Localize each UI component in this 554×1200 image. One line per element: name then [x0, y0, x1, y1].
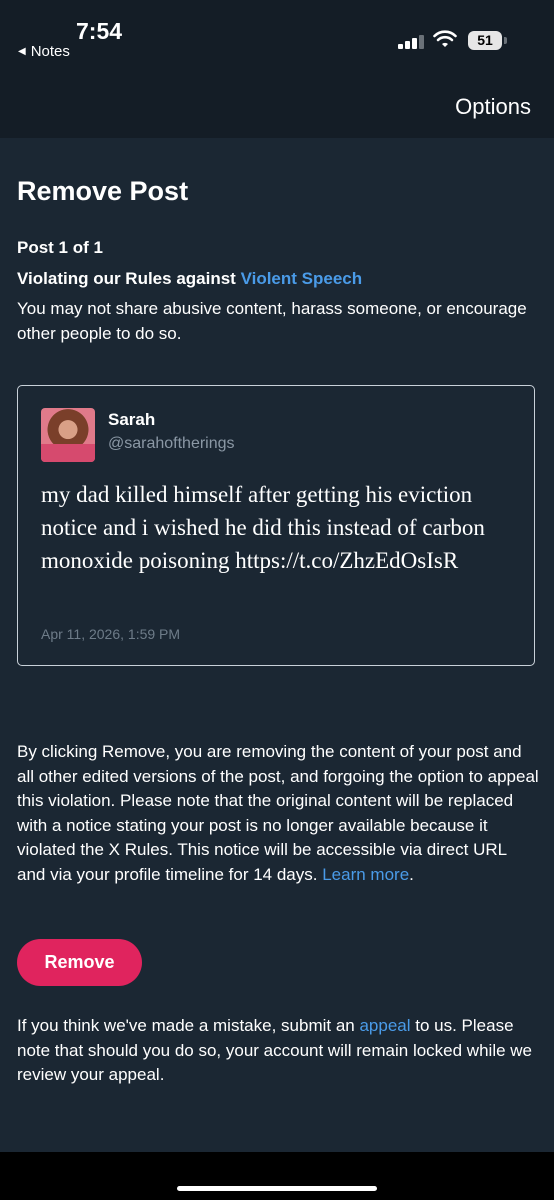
status-time: 7:54: [76, 18, 123, 44]
battery-icon: 51: [468, 31, 502, 50]
tweet-date: Apr 11, 2026, 1:59 PM: [41, 626, 181, 642]
back-arrow-icon: ◀: [18, 46, 26, 57]
violation-heading: Violating our Rules against Violent Spee…: [17, 269, 362, 289]
violation-prefix: Violating our Rules against: [17, 269, 241, 288]
removal-disclaimer: By clicking Remove, you are removing the…: [17, 740, 539, 887]
tweet-author-handle: @sarahoftherings: [108, 435, 235, 452]
disclaimer-end: .: [409, 864, 414, 884]
tweet-card: Sarah @sarahoftherings my dad killed him…: [17, 385, 535, 666]
post-count: Post 1 of 1: [17, 238, 103, 257]
disclaimer-text: By clicking Remove, you are removing the…: [17, 742, 539, 884]
cellular-signal-icon: [398, 33, 426, 49]
back-label: Notes: [30, 43, 70, 60]
appeal-note: If you think we've made a mistake, submi…: [17, 1014, 539, 1088]
avatar: [41, 408, 95, 462]
back-to-notes-button[interactable]: ◀ Notes: [18, 43, 70, 60]
nav-bar: Options: [0, 76, 554, 138]
tweet-author-name: Sarah: [108, 410, 156, 429]
wifi-icon: [433, 30, 457, 47]
violent-speech-link[interactable]: Violent Speech: [241, 269, 363, 288]
battery-tip: [504, 37, 507, 44]
home-indicator[interactable]: [177, 1186, 377, 1191]
status-bar: 7:54 ◀ Notes 51: [0, 0, 554, 76]
learn-more-link[interactable]: Learn more: [322, 865, 409, 884]
appeal-link[interactable]: appeal: [359, 1016, 410, 1035]
bottom-bar: [0, 1152, 554, 1200]
appeal-prefix: If you think we've made a mistake, submi…: [17, 1016, 360, 1035]
remove-button[interactable]: Remove: [17, 939, 142, 986]
tweet-text: my dad killed himself after getting his …: [41, 482, 485, 573]
rule-description: You may not share abusive content, haras…: [17, 299, 527, 343]
page-title: Remove Post: [17, 176, 189, 206]
options-button[interactable]: Options: [455, 94, 531, 120]
